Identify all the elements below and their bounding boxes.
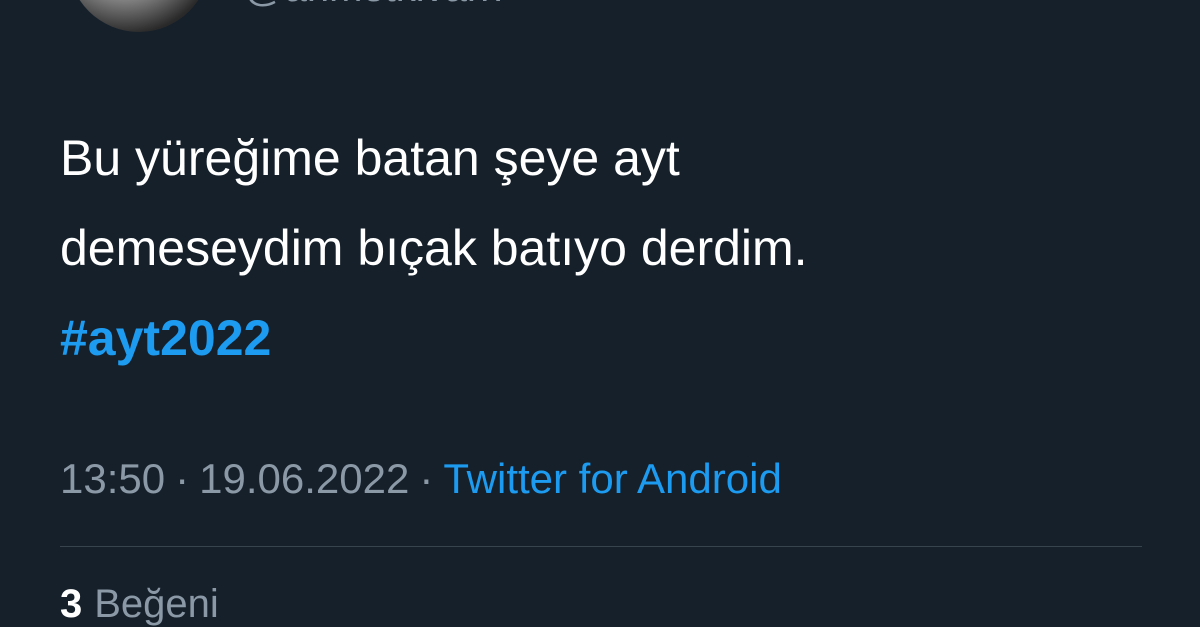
- hashtag-link[interactable]: #ayt2022: [60, 293, 1120, 383]
- user-handle[interactable]: @ahmetkivan7: [244, 0, 511, 11]
- likes-count: 3: [60, 582, 83, 626]
- tweet-meta: 13:50 · 19.06.2022 · Twitter for Android: [60, 455, 782, 503]
- tweet-date[interactable]: 19.06.2022: [199, 455, 409, 502]
- tweet-time[interactable]: 13:50: [60, 455, 165, 502]
- source-link[interactable]: Twitter for Android: [443, 455, 781, 502]
- divider: [60, 546, 1142, 547]
- tweet-text-line: Bu yüreğime batan şeye ayt: [60, 130, 680, 186]
- likes-label: Beğeni: [94, 582, 219, 626]
- likes-stat[interactable]: 3 Beğeni: [60, 582, 219, 627]
- avatar[interactable]: [68, 0, 210, 32]
- meta-separator: ·: [175, 455, 190, 502]
- meta-separator: ·: [419, 455, 434, 502]
- tweet-text: Bu yüreğime batan şeye ayt demeseydim bı…: [60, 113, 1120, 383]
- tweet-text-line: demeseydim bıçak batıyo derdim.: [60, 220, 808, 276]
